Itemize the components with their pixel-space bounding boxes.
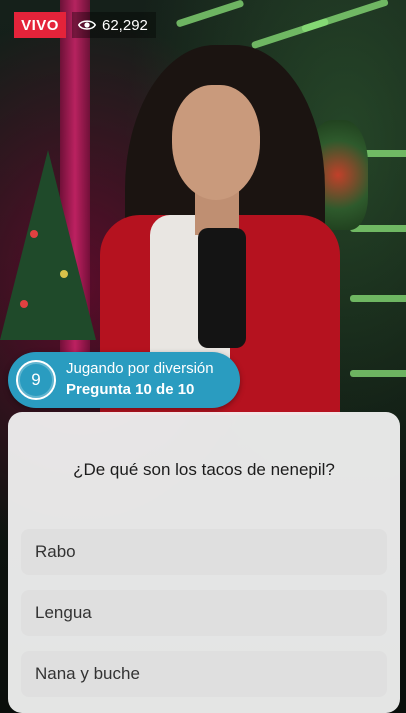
green-light-stripe	[350, 295, 406, 302]
green-light-stripe	[175, 0, 245, 28]
ornament	[60, 270, 68, 278]
host-face	[172, 85, 260, 200]
live-badge: VIVO	[14, 12, 66, 38]
ornament	[30, 230, 38, 238]
christmas-tree	[0, 150, 96, 340]
green-light-stripe	[301, 0, 389, 33]
answer-option-label: Nana y buche	[35, 664, 140, 683]
host-bow	[198, 228, 246, 348]
game-mode-label: Jugando por diversión	[66, 360, 214, 377]
question-text: ¿De qué son los tacos de nenepil?	[73, 460, 335, 479]
answer-option-label: Lengua	[35, 603, 92, 622]
answer-option-2[interactable]: Lengua	[21, 590, 387, 636]
eye-icon	[78, 20, 96, 30]
answer-option-3[interactable]: Nana y buche	[21, 651, 387, 697]
answer-option-1[interactable]: Rabo	[21, 529, 387, 575]
green-light-stripe	[350, 370, 406, 377]
answer-option-label: Rabo	[35, 542, 76, 561]
viewer-counter: 62,292	[72, 12, 156, 38]
viewer-count: 62,292	[102, 16, 148, 34]
question-card: ¿De qué son los tacos de nenepil? Rabo L…	[8, 412, 400, 713]
round-number-badge: 9	[16, 360, 56, 400]
question-progress-label: Pregunta 10 de 10	[66, 381, 195, 398]
game-status-pill: 9 Jugando por diversión Pregunta 10 de 1…	[8, 352, 240, 408]
ornament	[20, 300, 28, 308]
